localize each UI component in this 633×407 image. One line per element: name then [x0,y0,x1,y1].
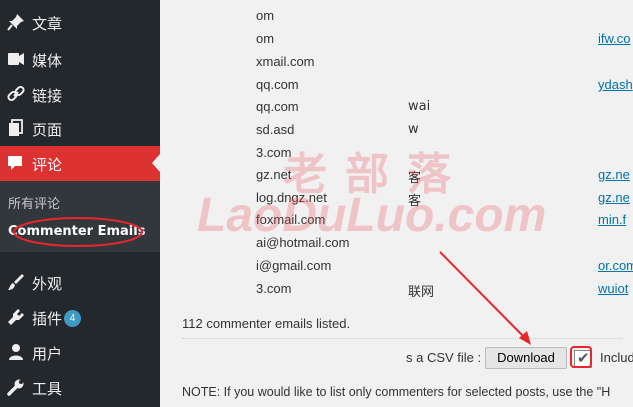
highlight-ellipse [13,217,143,247]
pointer-arrow-line [439,251,527,340]
annotation-layer [13,217,592,368]
highlight-box [570,346,592,368]
